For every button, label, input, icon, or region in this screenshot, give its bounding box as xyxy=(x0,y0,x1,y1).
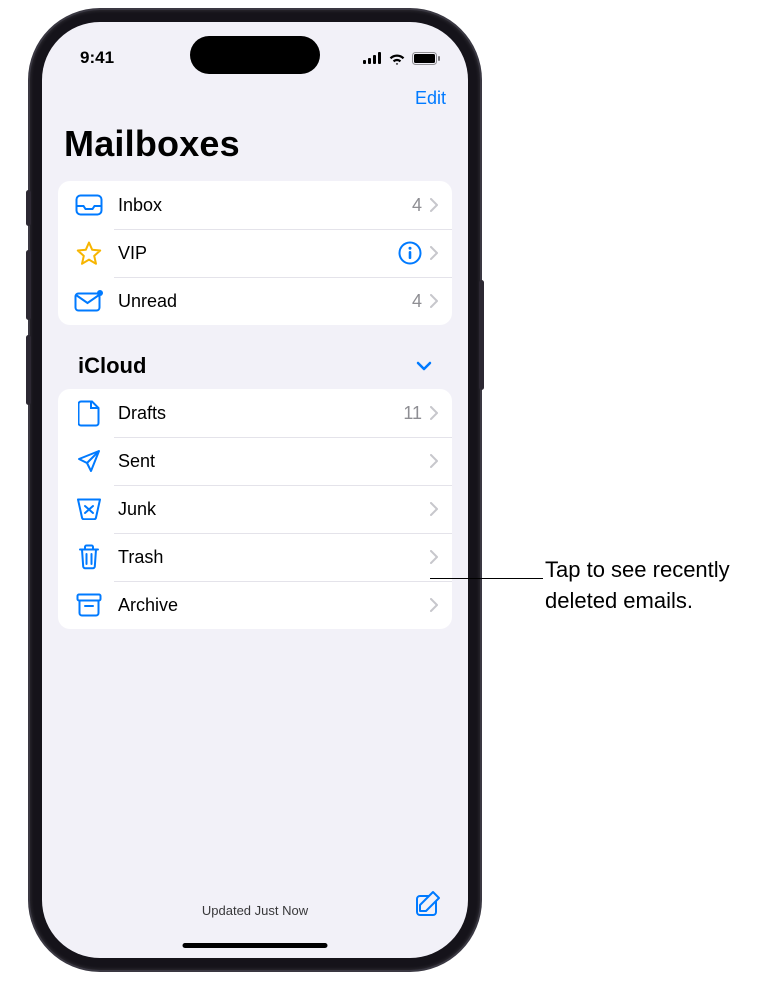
drafts-icon xyxy=(74,398,104,428)
volume-down xyxy=(26,335,31,405)
chevron-right-icon xyxy=(430,550,438,564)
home-indicator[interactable] xyxy=(183,943,328,948)
callout-text: Tap to see recently deleted emails. xyxy=(545,555,775,617)
edit-button[interactable]: Edit xyxy=(415,88,446,109)
account-name: iCloud xyxy=(78,353,146,379)
junk-icon xyxy=(74,494,104,524)
screen: 9:41 Edit Mailboxes Inbox 4 xyxy=(42,22,468,958)
star-icon xyxy=(74,238,104,268)
folder-label: Drafts xyxy=(118,403,403,424)
dynamic-island xyxy=(190,36,320,74)
folder-archive[interactable]: Archive xyxy=(58,581,452,629)
volume-up xyxy=(26,250,31,320)
chevron-right-icon xyxy=(430,454,438,468)
mailbox-vip[interactable]: VIP xyxy=(58,229,452,277)
chevron-down-icon xyxy=(416,361,432,371)
mailbox-label: Inbox xyxy=(118,195,412,216)
folder-sent[interactable]: Sent xyxy=(58,437,452,485)
folder-drafts[interactable]: Drafts 11 xyxy=(58,389,452,437)
info-icon[interactable] xyxy=(398,241,422,265)
chevron-right-icon xyxy=(430,502,438,516)
folder-junk[interactable]: Junk xyxy=(58,485,452,533)
side-button xyxy=(479,280,484,390)
folder-count: 11 xyxy=(403,403,422,424)
trash-icon xyxy=(74,542,104,572)
mailbox-count: 4 xyxy=(412,291,422,312)
cellular-icon xyxy=(363,52,382,64)
wifi-icon xyxy=(388,52,406,65)
folder-label: Sent xyxy=(118,451,430,472)
mailbox-label: Unread xyxy=(118,291,412,312)
status-time: 9:41 xyxy=(80,48,114,68)
chevron-right-icon xyxy=(430,294,438,308)
account-folders-list: Drafts 11 Sent Junk xyxy=(58,389,452,629)
chevron-right-icon xyxy=(430,198,438,212)
mailbox-inbox[interactable]: Inbox 4 xyxy=(58,181,452,229)
mailbox-unread[interactable]: Unread 4 xyxy=(58,277,452,325)
folder-label: Archive xyxy=(118,595,430,616)
page-title: Mailboxes xyxy=(42,113,468,181)
silent-switch xyxy=(26,190,31,226)
chevron-right-icon xyxy=(430,598,438,612)
sent-icon xyxy=(74,446,104,476)
nav-bar: Edit xyxy=(42,80,468,113)
archive-icon xyxy=(74,590,104,620)
account-section-header[interactable]: iCloud xyxy=(58,325,452,389)
folder-trash[interactable]: Trash xyxy=(58,533,452,581)
folder-label: Trash xyxy=(118,547,430,568)
callout-line xyxy=(430,578,543,579)
folder-label: Junk xyxy=(118,499,430,520)
mailbox-label: VIP xyxy=(118,243,398,264)
mailbox-count: 4 xyxy=(412,195,422,216)
inbox-icon xyxy=(74,190,104,220)
unread-icon xyxy=(74,286,104,316)
battery-icon xyxy=(412,52,440,65)
chevron-right-icon xyxy=(430,406,438,420)
phone-frame: 9:41 Edit Mailboxes Inbox 4 xyxy=(30,10,480,970)
bottom-toolbar: Updated Just Now xyxy=(42,878,468,958)
smart-mailboxes-list: Inbox 4 VIP xyxy=(58,181,452,325)
update-status: Updated Just Now xyxy=(202,903,308,918)
status-indicators xyxy=(363,52,440,65)
compose-button[interactable] xyxy=(414,890,442,918)
content-area: Inbox 4 VIP xyxy=(42,181,468,878)
chevron-right-icon xyxy=(430,246,438,260)
